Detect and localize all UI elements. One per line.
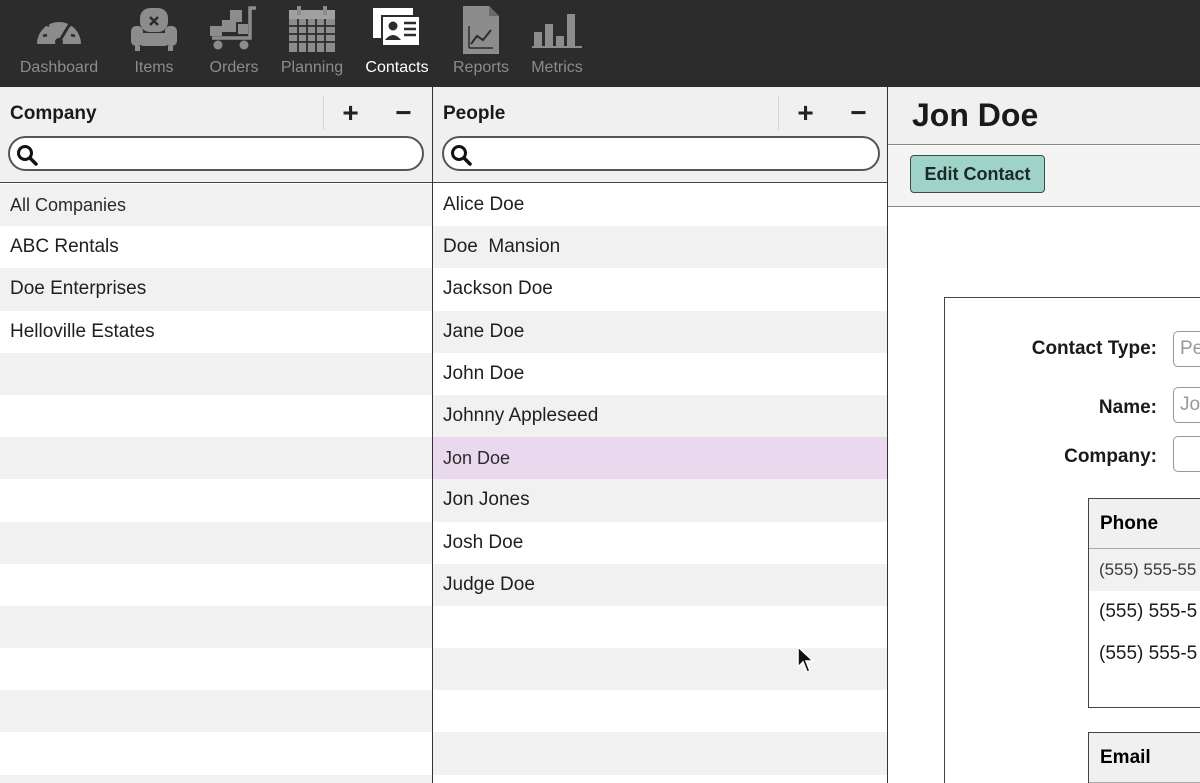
contact-detail-pane: Jon Doe Edit Contact Contact Type: Pe Na… [888, 87, 1200, 783]
name-label: Name: [1098, 397, 1157, 418]
person-list-item[interactable]: Jon Jones [433, 479, 887, 522]
edit-contact-button[interactable]: Edit Contact [910, 155, 1045, 193]
toolbar-items-button[interactable]: Items [118, 0, 190, 87]
main-toolbar: Dashboard Items Orders Planning Contacts… [0, 0, 1200, 87]
people-search-input[interactable] [478, 141, 858, 167]
contact-type-field[interactable]: Pe [1173, 331, 1200, 367]
person-list-item[interactable]: Alice Doe [433, 184, 887, 227]
toolbar-dashboard-button[interactable]: Dashboard [14, 0, 104, 87]
toolbar-metrics-button[interactable]: Metrics [524, 0, 590, 87]
email-header: Email [1089, 733, 1200, 783]
company-search-box[interactable] [8, 136, 424, 171]
empty-row [433, 648, 887, 691]
search-icon [17, 145, 38, 166]
toolbar-reports-button[interactable]: Reports [446, 0, 516, 87]
company-pane: Company + − All Companies ABC Rentals Do… [0, 87, 432, 783]
toolbar-contacts-button[interactable]: Contacts [360, 0, 434, 87]
phone-header: Phone [1089, 499, 1200, 549]
people-list: Alice Doe Doe Mansion Jackson Doe Jane D… [433, 184, 887, 783]
empty-row [0, 394, 432, 438]
contact-card-icon [373, 8, 421, 47]
contact-form: Contact Type: Pe Name: Jo Company: Phone… [944, 297, 1200, 783]
phone-table: Phone (555) 555-55 (555) 555-5 (555) 555… [1088, 498, 1200, 708]
toolbar-reports-label: Reports [452, 59, 510, 76]
contact-name-title: Jon Doe [912, 97, 1039, 133]
remove-company-button[interactable]: − [377, 96, 430, 130]
search-icon [451, 145, 472, 166]
add-person-button[interactable]: + [779, 96, 832, 130]
empty-row [0, 648, 432, 691]
armchair-icon [131, 8, 177, 51]
toolbar-orders-button[interactable]: Orders [200, 0, 268, 87]
contact-detail-header: Jon Doe [888, 87, 1200, 145]
toolbar-planning-label: Planning [280, 59, 344, 76]
toolbar-planning-button[interactable]: Planning [276, 0, 348, 87]
empty-row [0, 352, 432, 395]
mouse-cursor-icon [797, 646, 815, 673]
company-list-item[interactable]: ABC Rentals [0, 226, 432, 269]
company-list-item[interactable]: Doe Enterprises [0, 268, 432, 311]
empty-row [0, 732, 432, 775]
company-header: Company + − [0, 87, 432, 183]
name-field[interactable]: Jo [1173, 387, 1200, 423]
speedometer-icon [37, 18, 81, 46]
person-list-item[interactable]: Doe Mansion [433, 226, 887, 269]
people-header: People + − [433, 87, 887, 183]
company-add-remove-group: + − [323, 96, 429, 130]
phone-row[interactable]: (555) 555-5 [1089, 591, 1200, 633]
toolbar-contacts-label: Contacts [365, 59, 429, 76]
person-list-item[interactable]: Johnny Appleseed [433, 394, 887, 438]
toolbar-orders-label: Orders [209, 59, 259, 76]
calendar-icon [289, 6, 335, 52]
report-chart-icon [463, 6, 499, 54]
phone-row[interactable]: (555) 555-55 [1089, 549, 1200, 591]
add-company-button[interactable]: + [324, 96, 377, 130]
empty-row [0, 774, 432, 783]
company-search-input[interactable] [44, 141, 404, 167]
company-field[interactable] [1173, 436, 1200, 472]
company-list-item[interactable]: Helloville Estates [0, 310, 432, 353]
toolbar-metrics-label: Metrics [531, 59, 583, 76]
bar-metrics-icon [532, 14, 582, 48]
empty-row [0, 521, 432, 564]
person-list-item-selected[interactable]: Jon Doe [433, 437, 887, 480]
email-table: Email [1088, 732, 1200, 783]
person-list-item[interactable]: Jackson Doe [433, 268, 887, 311]
company-label: Company: [1064, 446, 1157, 467]
people-add-remove-group: + − [778, 96, 884, 130]
company-title: Company [10, 103, 97, 124]
person-list-item[interactable]: John Doe [433, 352, 887, 395]
person-list-item[interactable]: Judge Doe [433, 563, 887, 606]
phone-rows: (555) 555-55 (555) 555-5 (555) 555-5 [1089, 549, 1200, 675]
people-pane: People + − Alice Doe Doe Mansion Jackson… [433, 87, 887, 783]
contact-type-label: Contact Type: [1031, 338, 1157, 359]
toolbar-items-label: Items [134, 59, 174, 76]
empty-row [433, 732, 887, 775]
people-search-box[interactable] [442, 136, 880, 171]
empty-row [0, 437, 432, 480]
phone-row[interactable]: (555) 555-5 [1089, 633, 1200, 675]
empty-row [433, 690, 887, 733]
people-title: People [443, 103, 506, 124]
empty-row [0, 563, 432, 606]
contact-action-bar: Edit Contact [888, 146, 1200, 207]
empty-row [433, 605, 887, 649]
person-list-item[interactable]: Josh Doe [433, 521, 887, 564]
empty-row [0, 690, 432, 733]
hand-truck-icon [210, 6, 256, 50]
empty-row [0, 605, 432, 649]
empty-row [433, 774, 887, 783]
toolbar-dashboard-label: Dashboard [19, 59, 99, 76]
empty-row [0, 479, 432, 522]
company-list-item[interactable]: All Companies [0, 184, 432, 227]
remove-person-button[interactable]: − [832, 96, 885, 130]
person-list-item[interactable]: Jane Doe [433, 310, 887, 353]
company-list: All Companies ABC Rentals Doe Enterprise… [0, 184, 432, 783]
